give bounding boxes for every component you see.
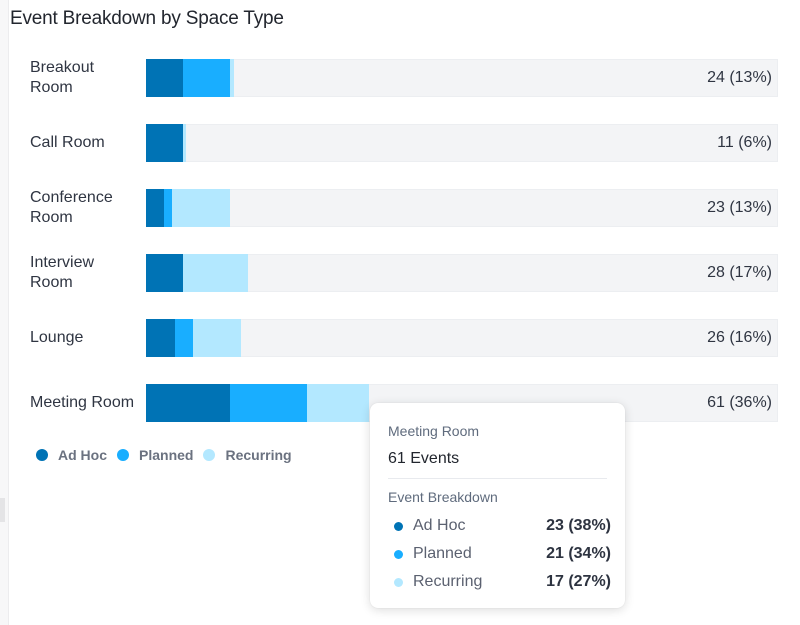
chart-title: Event Breakdown by Space Type <box>10 8 284 29</box>
tooltip-row-value: 17 (27%) <box>546 573 611 590</box>
bar-segment-ad-hoc[interactable] <box>146 384 231 422</box>
legend-label: Recurring <box>225 447 292 463</box>
tooltip-row-value: 21 (34%) <box>546 545 611 562</box>
bar-category-label: Lounge <box>30 329 84 346</box>
bar-category-label: Breakout Room <box>30 59 95 96</box>
bar-value-label: 61 (36%) <box>707 394 772 411</box>
tooltip-row-label: Recurring <box>413 573 483 590</box>
bar-segment-planned[interactable] <box>230 384 307 422</box>
bar-segment-recurring[interactable] <box>182 124 187 162</box>
bar-row[interactable]: Lounge 26 (16%) <box>0 319 800 357</box>
tooltip-row-planned: Planned 21 (34%) <box>388 542 611 566</box>
tooltip-dot-icon <box>394 521 403 531</box>
legend-item-planned[interactable]: Planned <box>117 447 193 463</box>
bar-track[interactable] <box>146 319 778 357</box>
bar-category-label: Meeting Room <box>30 394 135 411</box>
bar-segment-planned[interactable] <box>182 59 231 97</box>
bar-segment-recurring[interactable] <box>230 59 234 97</box>
bar-segment-recurring[interactable] <box>306 384 369 422</box>
legend-item-recurring[interactable]: Recurring <box>203 447 292 463</box>
bar-segment-ad-hoc[interactable] <box>146 319 176 357</box>
bar-value-label: 24 (13%) <box>707 69 772 86</box>
tooltip-divider <box>388 478 607 479</box>
bar-segment-ad-hoc[interactable] <box>146 189 165 227</box>
tooltip-row-recurring: Recurring 17 (27%) <box>388 570 611 594</box>
legend-dot-icon <box>203 449 216 461</box>
bar-segment-planned[interactable] <box>175 319 194 357</box>
bar-segment-recurring[interactable] <box>182 254 249 292</box>
tooltip-section-label: Event Breakdown <box>388 489 498 505</box>
bar-value-label: 11 (6%) <box>717 134 772 151</box>
tooltip-row-ad-hoc: Ad Hoc 23 (38%) <box>388 514 611 538</box>
bar-category-label: Interview Room <box>30 254 95 291</box>
bar-track[interactable] <box>146 124 778 162</box>
bar-segment-ad-hoc[interactable] <box>146 254 183 292</box>
panel-resize-handle[interactable] <box>0 498 5 522</box>
bar-segment-recurring[interactable] <box>193 319 241 357</box>
bar-segment-planned[interactable] <box>164 189 172 227</box>
legend-label: Ad Hoc <box>58 447 107 463</box>
bar-track[interactable] <box>146 59 778 97</box>
chart-tooltip: Meeting Room 61 Events Event Breakdown A… <box>370 403 625 608</box>
bar-track[interactable] <box>146 189 778 227</box>
bar-value-label: 23 (13%) <box>707 199 772 216</box>
tooltip-dot-icon <box>394 549 403 559</box>
bar-row[interactable]: Breakout Room 24 (13%) <box>0 59 800 97</box>
legend-item-ad-hoc[interactable]: Ad Hoc <box>36 447 107 463</box>
legend: Ad Hoc Planned Recurring <box>36 447 302 463</box>
tooltip-total: 61 Events <box>388 450 460 467</box>
bar-segment-ad-hoc[interactable] <box>146 124 183 162</box>
bar-track[interactable] <box>146 254 778 292</box>
tooltip-row-value: 23 (38%) <box>546 517 611 534</box>
legend-dot-icon <box>117 449 129 461</box>
bar-category-label: Conference Room <box>30 189 113 226</box>
bar-value-label: 28 (17%) <box>707 264 772 281</box>
tooltip-dot-icon <box>394 577 403 587</box>
tooltip-row-label: Planned <box>413 545 472 562</box>
bar-segment-recurring[interactable] <box>171 189 230 227</box>
bar-value-label: 26 (16%) <box>707 329 772 346</box>
legend-label: Planned <box>139 447 194 463</box>
tooltip-row-label: Ad Hoc <box>413 517 466 534</box>
tooltip-title: Meeting Room <box>388 423 480 439</box>
bar-row[interactable]: Interview Room 28 (17%) <box>0 254 800 292</box>
legend-dot-icon <box>36 449 48 461</box>
bar-segment-ad-hoc[interactable] <box>146 59 183 97</box>
bar-row[interactable]: Conference Room 23 (13%) <box>0 189 800 227</box>
bar-category-label: Call Room <box>30 134 105 151</box>
bar-row[interactable]: Call Room 11 (6%) <box>0 124 800 162</box>
